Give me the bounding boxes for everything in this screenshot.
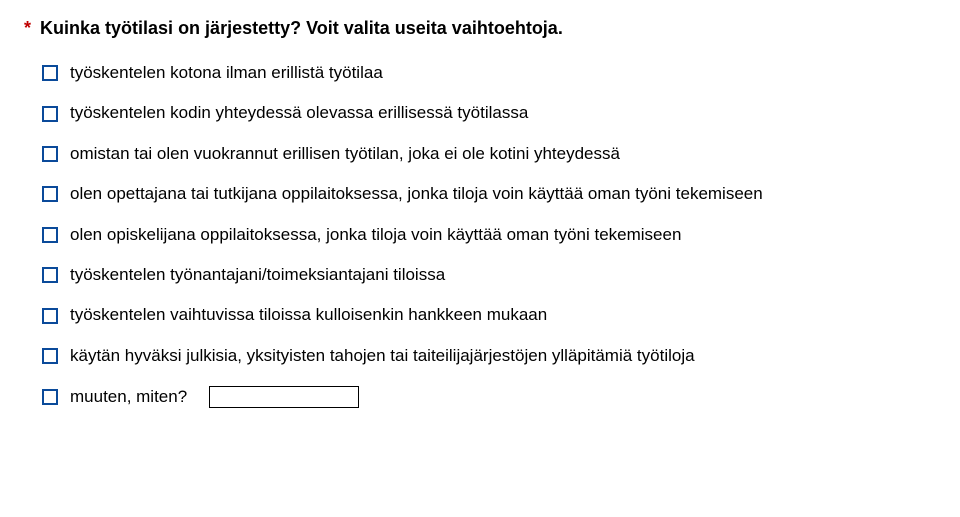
question-text: Kuinka työtilasi on järjestetty? Voit va… — [40, 18, 563, 38]
checkbox-option-5[interactable] — [42, 227, 58, 243]
checkbox-option-7[interactable] — [42, 308, 58, 324]
option-row: työskentelen vaihtuvissa tiloissa kulloi… — [42, 305, 936, 325]
options-list: työskentelen kotona ilman erillistä työt… — [24, 63, 936, 408]
checkbox-option-6[interactable] — [42, 267, 58, 283]
option-row: muuten, miten? — [42, 386, 936, 408]
question-title: * Kuinka työtilasi on järjestetty? Voit … — [24, 18, 936, 39]
option-row: työskentelen kodin yhteydessä olevassa e… — [42, 103, 936, 123]
checkbox-option-3[interactable] — [42, 146, 58, 162]
option-label: muuten, miten? — [70, 387, 187, 407]
checkbox-option-4[interactable] — [42, 186, 58, 202]
checkbox-option-other[interactable] — [42, 389, 58, 405]
option-label: työskentelen työnantajani/toimeksiantaja… — [70, 265, 445, 285]
option-row: olen opettajana tai tutkijana oppilaitok… — [42, 184, 936, 204]
checkbox-option-2[interactable] — [42, 106, 58, 122]
checkbox-option-8[interactable] — [42, 348, 58, 364]
option-row: omistan tai olen vuokrannut erillisen ty… — [42, 144, 936, 164]
option-label: työskentelen kodin yhteydessä olevassa e… — [70, 103, 528, 123]
option-label: omistan tai olen vuokrannut erillisen ty… — [70, 144, 620, 164]
required-star: * — [24, 18, 31, 38]
option-row: olen opiskelijana oppilaitoksessa, jonka… — [42, 225, 936, 245]
checkbox-option-1[interactable] — [42, 65, 58, 81]
option-label: olen opettajana tai tutkijana oppilaitok… — [70, 184, 763, 204]
option-label: työskentelen vaihtuvissa tiloissa kulloi… — [70, 305, 547, 325]
option-row: käytän hyväksi julkisia, yksityisten tah… — [42, 346, 936, 366]
option-label: olen opiskelijana oppilaitoksessa, jonka… — [70, 225, 681, 245]
other-text-input[interactable] — [209, 386, 359, 408]
survey-page: * Kuinka työtilasi on järjestetty? Voit … — [0, 0, 960, 446]
option-row: työskentelen työnantajani/toimeksiantaja… — [42, 265, 936, 285]
option-label: työskentelen kotona ilman erillistä työt… — [70, 63, 383, 83]
option-row: työskentelen kotona ilman erillistä työt… — [42, 63, 936, 83]
option-label: käytän hyväksi julkisia, yksityisten tah… — [70, 346, 695, 366]
